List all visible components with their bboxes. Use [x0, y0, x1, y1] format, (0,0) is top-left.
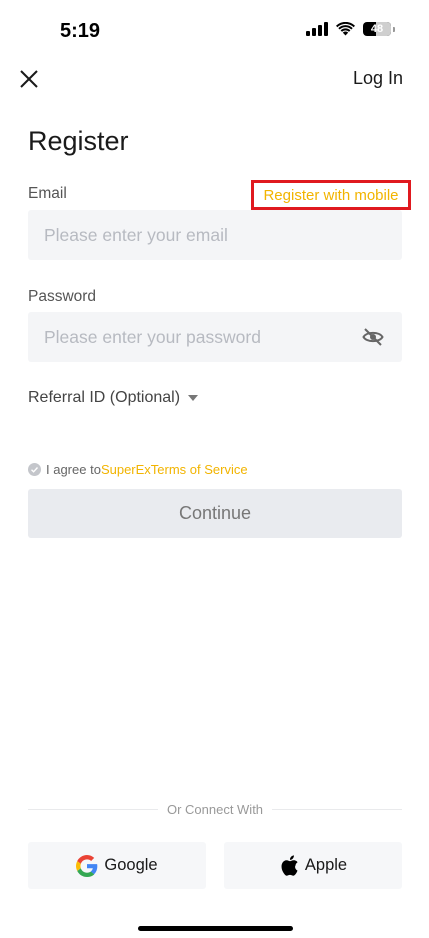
referral-id-toggle[interactable]: Referral ID (Optional)	[28, 389, 199, 407]
battery-cap	[393, 26, 395, 32]
email-field-container	[28, 210, 402, 260]
check-icon	[31, 467, 39, 473]
apple-label: Apple	[304, 856, 348, 874]
battery-level: 48	[370, 23, 384, 35]
home-indicator	[138, 926, 293, 931]
agree-text: I agree to	[46, 462, 101, 477]
google-label: Google	[104, 856, 158, 874]
status-icons: 48	[306, 22, 395, 36]
status-time: 5:19	[60, 20, 101, 42]
continue-button[interactable]: Continue	[28, 489, 402, 538]
status-bar: 5:19 48	[0, 0, 429, 62]
connect-label: Or Connect With	[166, 801, 264, 817]
close-icon	[20, 70, 38, 88]
login-link[interactable]: Log In	[353, 68, 403, 89]
apple-login-button[interactable]: Apple	[224, 842, 402, 889]
wifi-icon	[336, 22, 355, 36]
google-login-button[interactable]: Google	[28, 842, 206, 889]
google-icon	[76, 854, 98, 877]
caret-down-icon	[188, 395, 199, 401]
eye-off-icon[interactable]	[362, 327, 384, 347]
referral-label: Referral ID (Optional)	[28, 389, 181, 406]
divider-line-left	[28, 808, 158, 810]
email-input[interactable]	[44, 224, 344, 246]
terms-of-service-link[interactable]: SuperExTerms of Service	[101, 462, 248, 477]
battery-icon: 48	[363, 22, 391, 36]
close-button[interactable]	[16, 66, 42, 92]
email-label: Email	[28, 185, 67, 202]
divider-line-right	[272, 808, 402, 810]
cellular-signal-icon	[306, 22, 328, 36]
password-field-container	[28, 312, 402, 362]
agree-checkbox[interactable]	[28, 463, 41, 476]
password-label: Password	[28, 288, 97, 305]
password-input[interactable]	[44, 326, 344, 348]
connect-divider: Or Connect With	[28, 800, 402, 818]
page-title: Register	[28, 126, 129, 156]
register-with-mobile-link[interactable]: Register with mobile	[251, 180, 411, 210]
terms-agreement: I agree to SuperExTerms of Service	[28, 462, 248, 477]
apple-icon	[281, 855, 298, 876]
